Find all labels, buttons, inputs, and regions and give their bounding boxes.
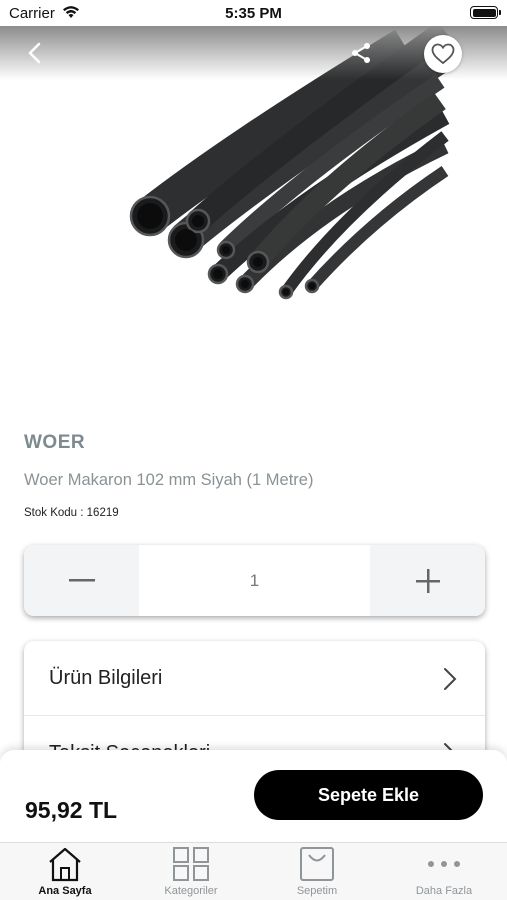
more-icon	[428, 861, 460, 867]
quantity-stepper: 1	[24, 545, 485, 616]
increase-quantity-button[interactable]	[370, 545, 485, 616]
product-info-row[interactable]: Ürün Bilgileri	[24, 641, 485, 716]
product-price: 95,92 TL	[25, 797, 118, 823]
tab-home[interactable]: Ana Sayfa	[2, 843, 128, 900]
home-icon	[49, 847, 81, 882]
back-arrow-icon	[28, 42, 41, 64]
clock: 5:35 PM	[225, 5, 282, 22]
share-button[interactable]	[348, 40, 374, 66]
plus-icon	[415, 568, 440, 593]
tab-more-label: Daha Fazla	[415, 885, 473, 897]
product-photo	[129, 26, 452, 300]
heart-icon	[431, 43, 455, 65]
product-brand: WOER	[24, 432, 86, 453]
tab-categories-label: Kategoriler	[164, 885, 218, 897]
back-button[interactable]	[22, 40, 48, 66]
product-name: Woer Makaron 102 mm Siyah (1 Metre)	[24, 471, 314, 489]
minus-icon	[68, 578, 95, 581]
product-image-area	[0, 26, 507, 406]
quantity-value[interactable]: 1	[139, 545, 370, 616]
stock-code: Stok Kodu : 16219	[24, 507, 119, 519]
favorite-button[interactable]	[424, 35, 462, 73]
product-info-label: Ürün Bilgileri	[49, 667, 163, 689]
status-bar: Carrier 5:35 PM	[0, 0, 507, 26]
tab-more[interactable]: Daha Fazla	[381, 843, 507, 900]
basket-icon	[300, 847, 334, 881]
tab-home-label: Ana Sayfa	[38, 885, 92, 897]
chevron-right-icon	[444, 668, 457, 690]
tab-cart[interactable]: Sepetim	[254, 843, 380, 900]
share-icon	[352, 43, 370, 63]
tab-categories[interactable]: Kategoriler	[128, 843, 254, 900]
tab-bar: Ana Sayfa Kategoriler Sepetim Daha Fazla	[0, 842, 507, 900]
price-bar: 95,92 TL Sepete Ekle	[0, 750, 507, 842]
battery-icon	[470, 6, 501, 19]
add-to-cart-button[interactable]: Sepete Ekle	[254, 770, 483, 820]
grid-icon	[173, 847, 209, 881]
decrease-quantity-button[interactable]	[24, 545, 139, 616]
tab-cart-label: Sepetim	[296, 885, 338, 897]
